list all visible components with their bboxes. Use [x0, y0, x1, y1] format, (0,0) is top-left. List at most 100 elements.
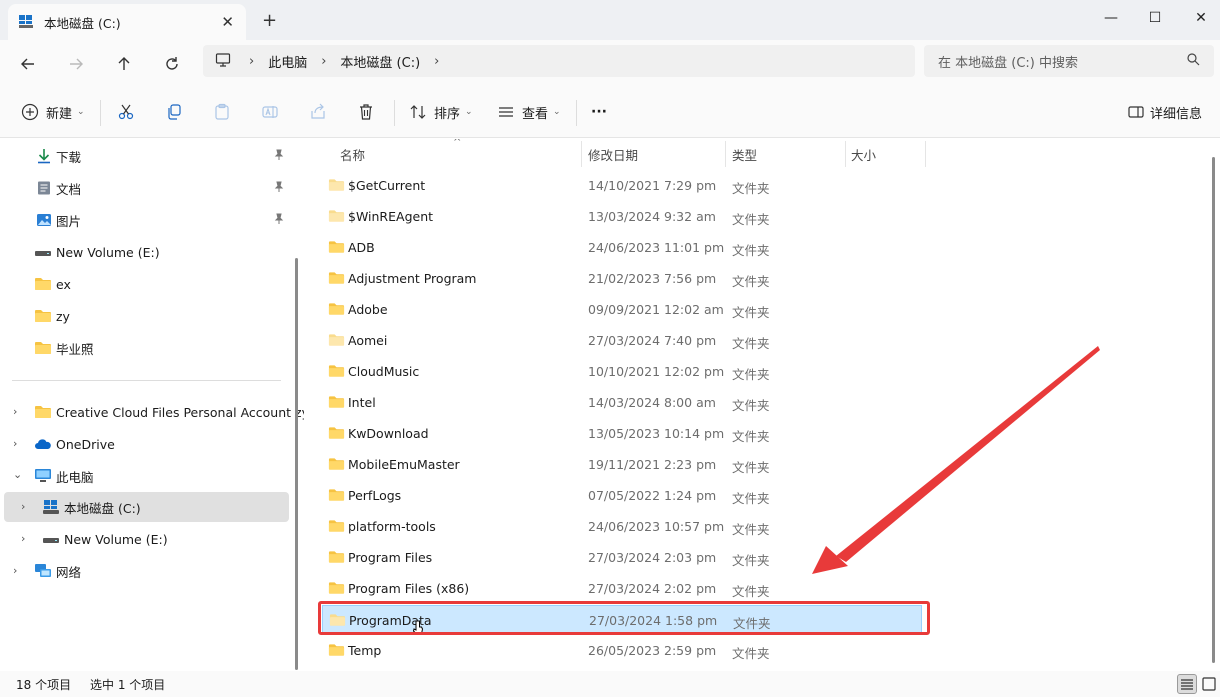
sidebar-item-this-pc[interactable]: ⌄ 此电脑 — [4, 461, 289, 491]
sidebar-item-graduation-photos[interactable]: 毕业照 — [4, 333, 289, 363]
share-button[interactable] — [308, 98, 328, 126]
file-row[interactable]: MobileEmuMaster 19/11/2021 2:23 pm 文件夹 — [322, 450, 922, 479]
breadcrumb-separator[interactable]: › — [434, 54, 439, 69]
column-divider[interactable] — [925, 141, 926, 167]
file-row[interactable]: Adjustment Program 21/02/2023 7:56 pm 文件夹 — [322, 264, 922, 293]
file-modified-date: 26/05/2023 2:59 pm — [588, 643, 717, 658]
column-divider[interactable] — [581, 141, 582, 167]
chevron-right-icon[interactable]: › — [13, 437, 17, 450]
back-icon[interactable] — [14, 50, 42, 78]
sidebar-item-ex[interactable]: ex — [4, 269, 289, 299]
details-view-button[interactable] — [1177, 674, 1197, 694]
chevron-right-icon[interactable]: › — [21, 500, 25, 513]
file-type: 文件夹 — [732, 398, 770, 413]
file-row[interactable]: Temp 26/05/2023 2:59 pm 文件夹 — [322, 636, 922, 665]
pin-icon[interactable] — [273, 181, 285, 193]
column-divider[interactable] — [725, 141, 726, 167]
content-scrollbar[interactable] — [1212, 157, 1215, 663]
cut-button[interactable] — [116, 98, 136, 126]
breadcrumb-separator: › — [249, 53, 255, 69]
sidebar-item-creative-cloud[interactable]: › Creative Cloud Files Personal Account … — [4, 397, 309, 427]
pin-icon[interactable] — [273, 213, 285, 225]
download-icon — [36, 148, 54, 164]
chevron-right-icon[interactable]: › — [13, 405, 17, 418]
file-row[interactable]: CloudMusic 10/10/2021 12:02 pm 文件夹 — [322, 357, 922, 386]
new-tab-button[interactable]: + — [262, 10, 277, 31]
view-button[interactable]: 查看 ⌄ — [496, 98, 561, 126]
breadcrumb-this-pc[interactable]: 此电脑 — [268, 52, 307, 71]
search-icon[interactable] — [1186, 52, 1202, 68]
refresh-icon[interactable] — [158, 50, 186, 78]
sidebar-item-documents[interactable]: 文档 — [4, 173, 289, 203]
sidebar-item-network[interactable]: › 网络 — [4, 556, 289, 586]
sort-button[interactable]: 排序 ⌄ — [408, 98, 473, 126]
file-row[interactable]: Program Files (x86) 27/03/2024 2:02 pm 文件夹 — [322, 574, 922, 603]
sidebar-item-zy[interactable]: zy — [4, 301, 289, 331]
sidebar-item-local-disk-c[interactable]: › 本地磁盘 (C:) — [4, 492, 289, 522]
scissors-icon — [116, 102, 136, 122]
sidebar-item-new-volume-e[interactable]: New Volume (E:) — [4, 237, 289, 267]
forward-icon[interactable] — [62, 50, 90, 78]
folder-icon — [328, 488, 345, 502]
delete-button[interactable] — [356, 98, 376, 126]
folder-icon — [328, 550, 345, 564]
sidebar-item-label: 下载 — [56, 149, 82, 165]
details-pane-button[interactable]: 详细信息 — [1126, 98, 1202, 126]
file-name: PerfLogs — [348, 488, 402, 503]
sidebar-item-pictures[interactable]: 图片 — [4, 205, 289, 235]
navigation-pane: 下载 文档 图片 New Volume (E:) ex zy 毕业照 › Cre… — [0, 139, 309, 670]
tab-close-icon[interactable]: ✕ — [221, 13, 234, 31]
sidebar-scrollbar[interactable] — [295, 258, 298, 670]
sidebar-item-label: New Volume (E:) — [64, 531, 168, 547]
sidebar-item-downloads[interactable]: 下载 — [4, 141, 289, 171]
chevron-right-icon[interactable]: › — [13, 564, 17, 577]
details-pane-icon — [1126, 102, 1146, 122]
tiles-view-button[interactable] — [1199, 674, 1219, 694]
separator — [100, 100, 101, 126]
file-row[interactable]: PerfLogs 07/05/2022 1:24 pm 文件夹 — [322, 481, 922, 510]
paste-button[interactable] — [212, 98, 232, 126]
folder-icon — [328, 209, 345, 223]
folder-icon — [328, 519, 345, 533]
pin-icon[interactable] — [273, 149, 285, 161]
up-icon[interactable] — [110, 50, 138, 78]
column-header-modified[interactable]: 修改日期 — [588, 141, 638, 167]
file-row[interactable]: $WinREAgent 13/03/2024 9:32 am 文件夹 — [322, 202, 922, 231]
column-header-size[interactable]: 大小 — [851, 141, 876, 167]
file-modified-date: 13/05/2023 10:14 pm — [588, 426, 725, 441]
file-row[interactable]: Adobe 09/09/2021 12:02 am 文件夹 — [322, 295, 922, 324]
chevron-right-icon[interactable]: › — [21, 532, 25, 545]
address-row: › 此电脑 › 本地磁盘 (C:) › 在 本地磁盘 (C:) 中搜索 — [0, 40, 1220, 86]
more-options-button[interactable]: ··· — [591, 98, 607, 126]
sidebar-item-label: New Volume (E:) — [56, 244, 160, 260]
sidebar-item-onedrive[interactable]: › OneDrive — [4, 429, 289, 459]
minimize-button[interactable]: — — [1088, 3, 1134, 33]
file-row[interactable]: Intel 14/03/2024 8:00 am 文件夹 — [322, 388, 922, 417]
new-button[interactable]: 新建 ⌄ — [20, 98, 85, 126]
tab-local-disk-c[interactable]: 本地磁盘 (C:) ✕ — [8, 4, 246, 40]
chevron-down-icon: ⌄ — [553, 107, 561, 117]
file-row[interactable]: Aomei 27/03/2024 7:40 pm 文件夹 — [322, 326, 922, 355]
maximize-button[interactable]: ☐ — [1132, 3, 1178, 33]
address-bar[interactable]: › 此电脑 › 本地磁盘 (C:) › — [203, 45, 915, 77]
chevron-down-icon[interactable]: ⌄ — [13, 468, 22, 481]
file-modified-date: 07/05/2022 1:24 pm — [588, 488, 717, 503]
file-modified-date: 27/03/2024 7:40 pm — [588, 333, 717, 348]
file-row[interactable]: $GetCurrent 14/10/2021 7:29 pm 文件夹 — [322, 171, 922, 200]
column-header-name[interactable]: 名称 — [340, 141, 365, 167]
copy-button[interactable] — [164, 98, 184, 126]
file-row[interactable]: ADB 24/06/2023 11:01 pm 文件夹 — [322, 233, 922, 262]
search-input[interactable]: 在 本地磁盘 (C:) 中搜索 — [924, 45, 1214, 77]
file-row[interactable]: KwDownload 13/05/2023 10:14 pm 文件夹 — [322, 419, 922, 448]
file-row[interactable]: Program Files 27/03/2024 2:03 pm 文件夹 — [322, 543, 922, 572]
sidebar-item-new-volume-e-tree[interactable]: › New Volume (E:) — [4, 524, 289, 554]
sidebar-item-label: 图片 — [56, 213, 82, 229]
file-type: 文件夹 — [732, 460, 770, 475]
rename-button[interactable] — [260, 98, 280, 126]
file-row[interactable]: platform-tools 24/06/2023 10:57 pm 文件夹 — [322, 512, 922, 541]
network-icon — [34, 563, 52, 579]
breadcrumb-local-disk-c[interactable]: 本地磁盘 (C:) — [340, 52, 420, 71]
column-divider[interactable] — [845, 141, 846, 167]
close-button[interactable]: ✕ — [1178, 3, 1220, 33]
column-header-type[interactable]: 类型 — [732, 141, 757, 167]
